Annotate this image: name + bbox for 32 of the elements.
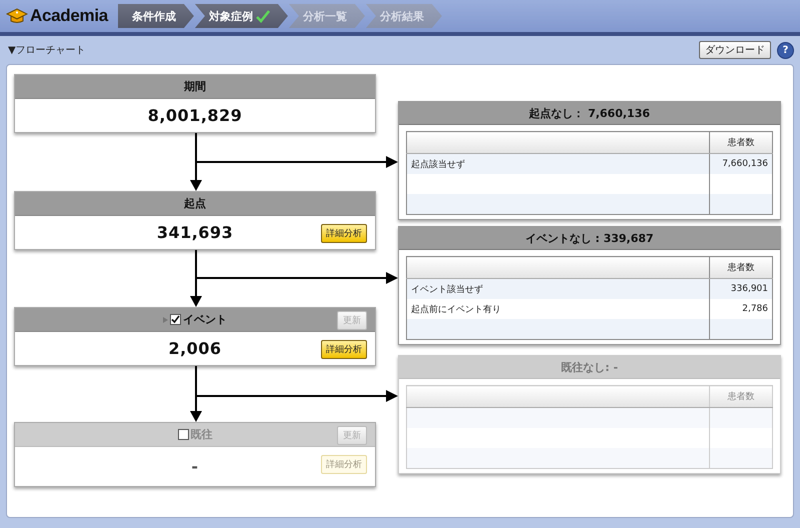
help-button[interactable]: ?	[777, 42, 794, 58]
column-header: 患者数	[710, 132, 772, 154]
result-title: 既往なし: -	[561, 360, 618, 374]
column-header: 患者数	[710, 256, 772, 278]
result-title: 起点なし： 7,660,136	[529, 106, 650, 120]
step-tab[interactable]: 対象症例	[194, 4, 288, 28]
patient-count: 2,006	[168, 339, 222, 358]
detail-analysis-button[interactable]: 詳細分析	[321, 340, 367, 359]
patient-count: -	[191, 457, 199, 476]
table-cell: イベント該当せず	[406, 278, 710, 299]
stage-title: 既往	[190, 427, 212, 442]
app-logo[interactable]: Academia	[30, 6, 108, 26]
table-cell: 336,901	[710, 278, 772, 299]
column-header: 患者数	[710, 386, 772, 408]
patient-count: 341,693	[156, 223, 234, 242]
stage-title: 期間	[184, 79, 206, 94]
table-cell: 起点該当せず	[406, 154, 710, 174]
down-arrow	[190, 133, 202, 191]
checkbox[interactable]	[170, 314, 181, 325]
down-arrow	[190, 366, 202, 422]
step-tab[interactable]: 条件作成	[118, 4, 194, 28]
section-toggle[interactable]: ▼フローチャート	[8, 43, 699, 57]
table-cell: 7,660,136	[710, 154, 772, 174]
result-title: イベントなし : 339,687	[525, 230, 654, 246]
graduation-cap-icon	[6, 8, 28, 24]
stage-title: 起点	[184, 196, 206, 211]
down-arrow	[190, 250, 202, 307]
patient-count: 8,001,829	[148, 106, 242, 125]
table-cell: 起点前にイベント有り	[406, 299, 710, 319]
download-button[interactable]: ダウンロード	[699, 41, 771, 59]
detail-analysis-button[interactable]: 詳細分析	[321, 224, 367, 243]
stage-title: イベント	[183, 312, 227, 327]
